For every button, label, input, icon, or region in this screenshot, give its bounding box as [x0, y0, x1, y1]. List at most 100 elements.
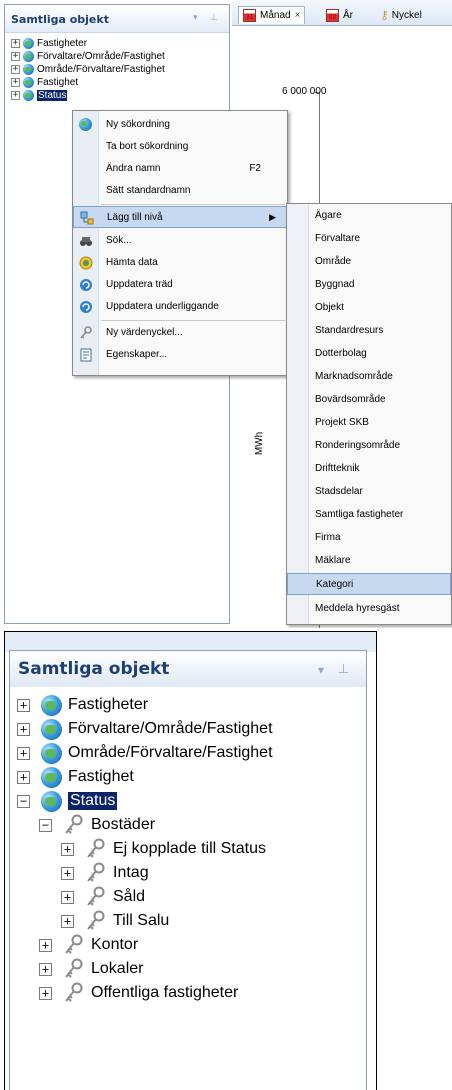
tree-item-lokaler[interactable]: + Lokaler [39, 957, 143, 981]
expand-icon[interactable]: + [39, 938, 52, 952]
close-icon[interactable]: × [295, 10, 301, 21]
tree-item-omrade[interactable]: + Område/Förvaltare/Fastighet [11, 63, 165, 76]
submenu-item[interactable]: Byggnad [287, 274, 451, 296]
menu-item-sok[interactable]: Sök... [73, 230, 287, 252]
y-axis-label: MWh [254, 431, 266, 456]
pin-icon[interactable]: ⊥ [338, 662, 349, 677]
submenu-item[interactable]: Dotterbolag [287, 343, 451, 365]
menu-item-satt-standardnamn[interactable]: Sätt standardnamn [73, 180, 287, 202]
expand-icon[interactable]: + [11, 78, 20, 87]
key-icon [87, 886, 105, 906]
tree-item-sald[interactable]: + Såld [61, 885, 145, 909]
tab-manad[interactable]: 31 Månad × [238, 6, 306, 24]
tree-item-fastighet[interactable]: + Fastighet [11, 76, 78, 89]
menu-item-egenskaper[interactable]: Egenskaper... [73, 344, 287, 366]
key-icon [87, 838, 105, 858]
expand-icon[interactable]: + [17, 698, 30, 712]
submenu-item-label: Mäklare [315, 555, 351, 566]
expand-icon[interactable]: + [11, 39, 20, 48]
expand-icon[interactable]: + [61, 842, 74, 856]
panel-title: Samtliga objekt [18, 659, 170, 679]
tree-item-kontor[interactable]: + Kontor [39, 933, 138, 957]
tree-item-label: Fastighet [68, 768, 134, 785]
submenu-item[interactable]: Driftteknik [287, 458, 451, 480]
expand-icon[interactable]: + [61, 914, 74, 928]
tree-item-offentliga[interactable]: + Offentliga fastigheter [39, 981, 238, 1005]
menu-item-hamta-data[interactable]: Hämta data [73, 252, 287, 274]
expand-icon[interactable]: + [61, 866, 74, 880]
tree-item-fastigheter[interactable]: + Fastigheter [17, 693, 148, 717]
tab-ar[interactable]: 02 År [322, 6, 357, 24]
tree-item-till-salu[interactable]: + Till Salu [61, 909, 169, 933]
submenu-item-label: Meddela hyresgäst [315, 603, 400, 614]
submenu-item[interactable]: Förvaltare [287, 228, 451, 250]
tree-item-label: Status [37, 90, 68, 101]
collapse-icon[interactable]: − [17, 794, 30, 808]
menu-item-lagg-till-niva[interactable]: Lägg till nivå ▶ [73, 206, 287, 228]
expand-icon[interactable]: + [17, 722, 30, 736]
submenu-item[interactable]: Meddela hyresgäst [287, 598, 451, 620]
menu-item-andra-namn[interactable]: Ändra namn F2 [73, 158, 287, 180]
submenu-item[interactable]: Mäklare [287, 550, 451, 572]
expand-icon[interactable]: + [11, 65, 20, 74]
tree-item-fastigheter[interactable]: + Fastigheter [11, 37, 87, 50]
submenu-item[interactable]: Ägare [287, 205, 451, 227]
submenu-item[interactable]: Ronderingsområde [287, 435, 451, 457]
tree-item-label: Bostäder [91, 816, 156, 833]
tree-item-label: Förvaltare/Område/Fastighet [37, 51, 165, 62]
bottom-screenshot: Samtliga objekt ▾ ⊥ + Fastigheter + Förv… [4, 631, 377, 1090]
menu-item-ny-sokordning[interactable]: Ny sökordning [73, 114, 287, 136]
collapse-icon[interactable]: − [39, 818, 52, 832]
panel-menu-icon[interactable]: ▾ [193, 13, 198, 23]
tree-item-forvaltare[interactable]: + Förvaltare/Område/Fastighet [17, 717, 273, 741]
y-tick-label: 6 000 000 [282, 86, 327, 97]
panel-menu-icon[interactable]: ▾ [318, 663, 324, 677]
menu-item-ny-vardenyckel[interactable]: Ny värdenyckel... [73, 322, 287, 344]
submenu-item-highlighted[interactable]: Kategori [287, 573, 451, 595]
key-icon [65, 982, 83, 1002]
tree-item-intag[interactable]: + Intag [61, 861, 149, 885]
menu-item-label: Ändra namn [106, 163, 161, 174]
menu-item-label: Uppdatera träd [106, 279, 173, 290]
submenu-item[interactable]: Stadsdelar [287, 481, 451, 503]
menu-item-label: Ta bort sökordning [106, 141, 189, 152]
pin-icon[interactable]: ⊥ [210, 13, 218, 23]
menu-item-uppdatera-trad[interactable]: Uppdatera träd [73, 274, 287, 296]
tab-label: Månad [260, 10, 291, 21]
tree-item-fastighet[interactable]: + Fastighet [17, 765, 134, 789]
expand-icon[interactable]: + [11, 52, 20, 61]
submenu-item[interactable]: Projekt SKB [287, 412, 451, 434]
submenu-item[interactable]: Standardresurs [287, 320, 451, 342]
tab-nyckel[interactable]: ⚷ Nyckel [376, 6, 426, 24]
expand-icon[interactable]: + [11, 91, 20, 100]
globe-icon [41, 790, 62, 812]
panel-header: Samtliga objekt ▾ ⊥ [10, 651, 366, 687]
submenu-item[interactable]: Bovärdsområde [287, 389, 451, 411]
tree-item-ej-kopplade[interactable]: + Ej kopplade till Status [61, 837, 266, 861]
expand-icon[interactable]: + [61, 890, 74, 904]
submenu-item[interactable]: Objekt [287, 297, 451, 319]
submenu-item-label: Objekt [315, 302, 344, 313]
globe-icon [23, 51, 34, 62]
submenu-item[interactable]: Område [287, 251, 451, 273]
menu-item-uppdatera-underliggande[interactable]: Uppdatera underliggande [73, 296, 287, 318]
submenu-item[interactable]: Marknadsområde [287, 366, 451, 388]
expand-icon[interactable]: + [39, 962, 52, 976]
globe-icon [23, 77, 34, 88]
tree-item-status[interactable]: − Status [17, 789, 118, 813]
submenu-item[interactable]: Samtliga fastigheter [287, 504, 451, 526]
submenu-item[interactable]: Firma [287, 527, 451, 549]
globe-icon [23, 90, 34, 101]
expand-icon[interactable]: + [17, 770, 30, 784]
globe-icon [23, 38, 34, 49]
submenu-item-label: Samtliga fastigheter [315, 509, 404, 520]
expand-icon[interactable]: + [17, 746, 30, 760]
shortcut-label: F2 [249, 163, 261, 174]
menu-item-ta-bort-sokordning[interactable]: Ta bort sökordning [73, 136, 287, 158]
expand-icon[interactable]: + [39, 986, 52, 1000]
tree-item-bostader[interactable]: − Bostäder [39, 813, 155, 837]
tree-item-status[interactable]: + Status [11, 89, 68, 102]
tree-item-forvaltare[interactable]: + Förvaltare/Område/Fastighet [11, 50, 165, 63]
tree-item-omrade[interactable]: + Område/Förvaltare/Fastighet [17, 741, 273, 765]
calendar-icon: 31 [243, 9, 256, 22]
